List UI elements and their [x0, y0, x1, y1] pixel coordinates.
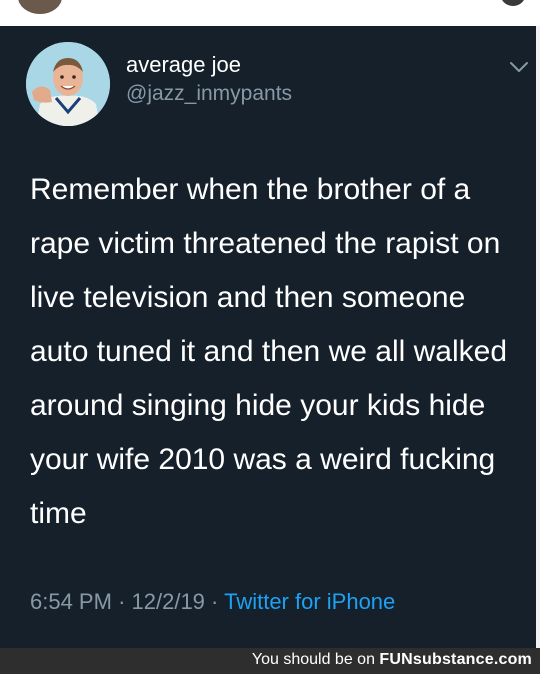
- tweet-source-link[interactable]: Twitter for iPhone: [224, 589, 395, 614]
- tweet-time[interactable]: 6:54 PM: [30, 589, 112, 614]
- tweet-card: average joe @jazz_inmypants Remember whe…: [0, 26, 540, 648]
- watermark-brand: FUNsubstance.com: [379, 651, 532, 668]
- tweet-text: Remember when the brother of a rape vict…: [30, 173, 507, 530]
- display-name[interactable]: average joe: [126, 52, 241, 78]
- avatar[interactable]: [26, 42, 110, 126]
- tweet-date[interactable]: 12/2/19: [132, 589, 205, 614]
- cropped-top-strip: [0, 0, 540, 26]
- watermark: You should be on FUNsubstance.com: [252, 651, 532, 669]
- meta-separator: ·: [211, 589, 219, 614]
- chevron-down-icon[interactable]: [508, 58, 530, 76]
- meta-separator: ·: [118, 589, 126, 614]
- avatar-photo: [26, 42, 110, 126]
- watermark-bar: You should be on FUNsubstance.com: [0, 648, 540, 674]
- user-handle[interactable]: @jazz_inmypants: [126, 82, 292, 106]
- watermark-prefix: You should be on: [251, 651, 375, 668]
- cropped-avatar: [18, 0, 62, 14]
- tweet-meta: 6:54 PM · 12/2/19 · Twitter for iPhone: [30, 589, 395, 615]
- cropped-icon: [500, 0, 526, 6]
